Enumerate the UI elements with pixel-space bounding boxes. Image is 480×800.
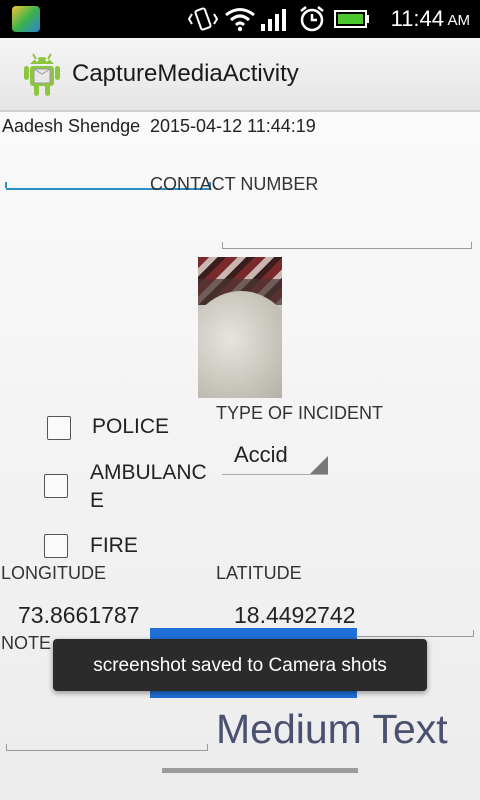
contact-number-input[interactable] bbox=[222, 238, 472, 249]
spinner-arrow-icon bbox=[310, 456, 328, 474]
timestamp-text: 2015-04-12 11:44:19 bbox=[150, 116, 316, 136]
fire-label: FIRE bbox=[90, 534, 138, 557]
bottom-scrollbar[interactable] bbox=[162, 768, 358, 773]
ambulance-label: AMBULANC bbox=[90, 461, 207, 484]
latitude-value: 18.4492742 bbox=[234, 602, 356, 628]
vibrate-icon bbox=[188, 7, 218, 31]
toast-text: screenshot saved to Camera shots bbox=[93, 655, 387, 676]
type-of-incident-label: TYPE OF INCIDENT bbox=[216, 403, 384, 423]
status-bar: 11:44 AM bbox=[0, 0, 480, 38]
note-label: NOTE bbox=[1, 633, 52, 653]
battery-icon bbox=[334, 10, 369, 28]
alarm-icon bbox=[300, 6, 324, 32]
latitude-input-underline[interactable] bbox=[356, 628, 474, 637]
android-app-icon[interactable] bbox=[22, 50, 62, 98]
user-name-text: Aadesh Shendge bbox=[2, 116, 141, 136]
fire-checkbox[interactable] bbox=[44, 534, 68, 558]
app-notification-icon bbox=[12, 6, 40, 32]
action-bar: CaptureMediaActivity bbox=[0, 38, 480, 112]
longitude-value: 73.8661787 bbox=[18, 602, 140, 628]
police-checkbox[interactable] bbox=[47, 416, 71, 440]
police-label: POLICE bbox=[92, 415, 170, 438]
longitude-label: LONGITUDE bbox=[1, 563, 107, 583]
incident-type-spinner[interactable]: Accid bbox=[222, 438, 328, 475]
captured-image[interactable] bbox=[198, 257, 282, 398]
signal-icon bbox=[261, 9, 286, 31]
ambulance-checkbox[interactable] bbox=[44, 474, 68, 498]
status-ampm: AM bbox=[447, 12, 471, 29]
toast-message: screenshot saved to Camera shots bbox=[53, 639, 427, 691]
form-content: Aadesh Shendge 2015-04-12 11:44:19 CONTA… bbox=[0, 112, 480, 800]
page-title: CaptureMediaActivity bbox=[72, 60, 299, 87]
contact-number-label: CONTACT NUMBER bbox=[150, 174, 319, 194]
incident-spinner-value: Accid bbox=[234, 442, 288, 467]
latitude-label: LATITUDE bbox=[216, 563, 302, 583]
ambulance-label-wrap: E bbox=[90, 489, 105, 512]
medium-text: Medium Text bbox=[216, 706, 448, 752]
wifi-icon bbox=[225, 8, 255, 32]
status-time: 11:44 bbox=[390, 6, 444, 31]
note-input[interactable] bbox=[6, 742, 208, 751]
